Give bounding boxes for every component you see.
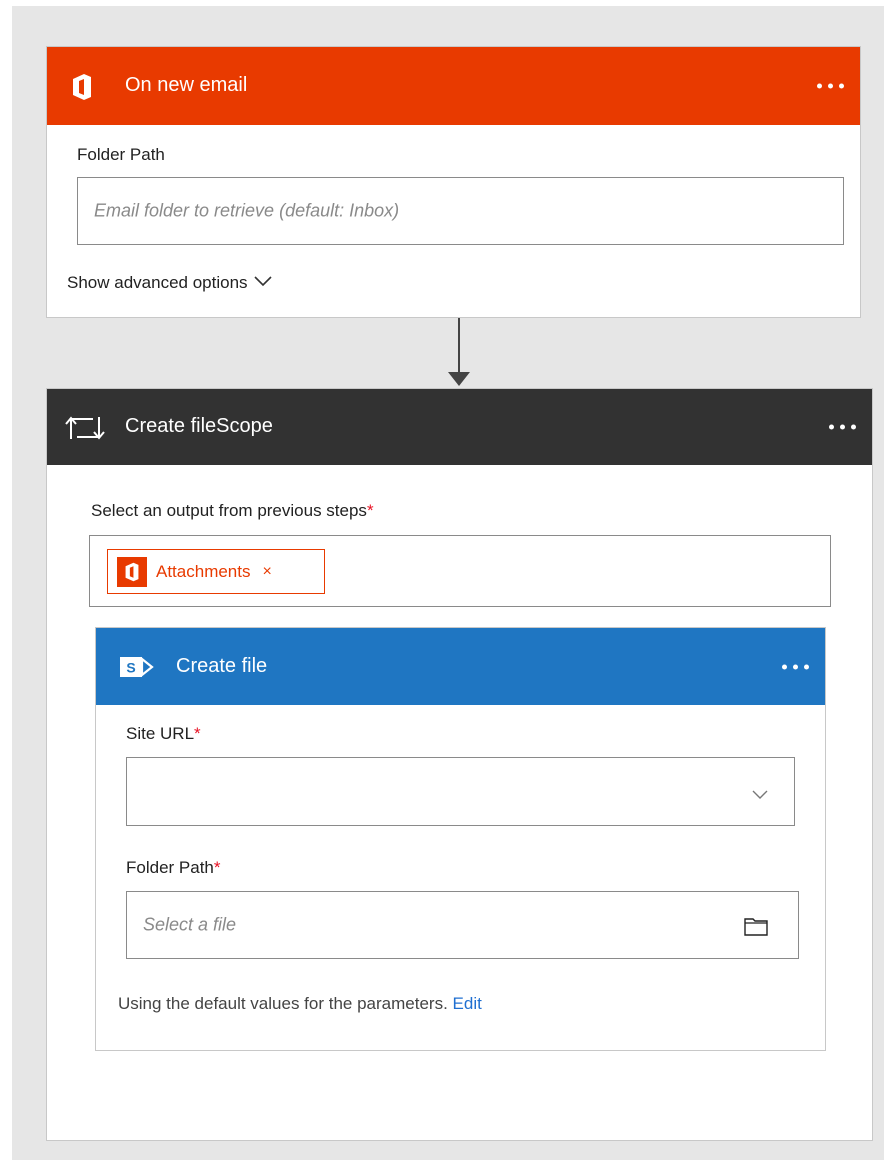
chevron-down-icon	[253, 274, 272, 292]
required-marker: *	[366, 501, 374, 520]
required-marker: *	[213, 858, 221, 877]
folder-path-label-text: Folder Path	[126, 858, 214, 877]
dot-icon	[804, 664, 809, 669]
scope-more-menu-button[interactable]	[827, 419, 858, 436]
select-output-label-text: Select an output from previous steps	[91, 501, 367, 520]
connector-arrow	[445, 318, 473, 388]
site-url-label-text: Site URL	[126, 724, 195, 743]
dot-icon	[851, 424, 856, 430]
dot-icon	[839, 83, 844, 89]
dot-icon	[829, 424, 834, 430]
trigger-more-menu-button[interactable]	[815, 78, 846, 95]
required-marker: *	[194, 724, 201, 743]
create-file-title: Create file	[176, 655, 268, 677]
create-file-card-header[interactable]: S Create file	[96, 628, 825, 705]
office-icon	[71, 73, 93, 101]
site-url-dropdown[interactable]	[126, 757, 795, 826]
folder-icon[interactable]	[744, 916, 768, 941]
office-icon	[117, 556, 147, 587]
show-advanced-options-label: Show advanced options	[67, 273, 248, 292]
show-advanced-options-link[interactable]: Show advanced options	[67, 273, 272, 293]
dot-icon	[782, 664, 787, 669]
flow-canvas: On new email Folder Path Email folder to…	[12, 6, 884, 1160]
svg-text:S: S	[126, 660, 135, 676]
default-values-note-text: Using the default values for the paramet…	[118, 994, 448, 1013]
default-values-note: Using the default values for the paramet…	[118, 994, 482, 1014]
attachments-token-label: Attachments	[156, 561, 251, 581]
select-output-input[interactable]: Attachments ×	[89, 535, 831, 607]
trigger-folder-path-label: Folder Path	[77, 145, 165, 164]
loop-icon	[63, 415, 107, 441]
dot-icon	[793, 664, 798, 669]
dot-icon	[828, 83, 833, 89]
scope-card: Create fileScope Select an output from p…	[46, 388, 873, 1141]
site-url-label: Site URL*	[126, 724, 201, 744]
trigger-card-header[interactable]: On new email	[47, 47, 860, 125]
scope-title: Create fileScope	[125, 415, 273, 437]
edit-link[interactable]: Edit	[453, 994, 482, 1013]
dot-icon	[840, 424, 845, 430]
attachments-token[interactable]: Attachments ×	[107, 549, 325, 594]
sharepoint-icon: S	[120, 654, 156, 680]
folder-path-input[interactable]: Select a file	[126, 891, 799, 959]
chevron-down-icon	[752, 787, 768, 805]
create-file-card: S Create file Site URL* Folder Path* Sel…	[95, 627, 826, 1051]
trigger-title: On new email	[125, 74, 248, 96]
dot-icon	[817, 83, 822, 89]
trigger-folder-path-placeholder: Email folder to retrieve (default: Inbox…	[94, 200, 400, 221]
folder-path-label: Folder Path*	[126, 858, 221, 878]
trigger-folder-path-input[interactable]: Email folder to retrieve (default: Inbox…	[77, 177, 844, 245]
folder-path-placeholder: Select a file	[143, 914, 237, 935]
scope-card-header[interactable]: Create fileScope	[47, 389, 872, 465]
create-file-more-menu-button[interactable]	[780, 658, 811, 675]
select-output-label: Select an output from previous steps*	[91, 501, 374, 521]
trigger-card: On new email Folder Path Email folder to…	[46, 46, 861, 318]
remove-token-button[interactable]: ×	[263, 563, 272, 581]
